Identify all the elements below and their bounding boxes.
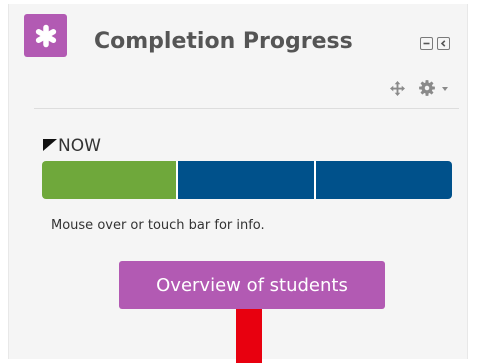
now-label: NOW <box>58 136 101 156</box>
dock-icon <box>440 40 446 47</box>
progress-segment-1[interactable] <box>42 161 176 199</box>
block-icon <box>24 14 67 57</box>
progress-bar[interactable] <box>42 161 452 199</box>
annotation-pointer <box>236 309 262 363</box>
collapse-button[interactable] <box>420 37 433 50</box>
dock-button[interactable] <box>437 37 450 50</box>
progress-segment-3[interactable] <box>314 161 452 199</box>
move-icon[interactable] <box>390 81 405 96</box>
now-marker: NOW <box>43 137 101 155</box>
now-indicator-icon <box>43 139 57 151</box>
header-divider <box>34 108 459 109</box>
block-title: Completion Progress <box>94 29 353 54</box>
progress-segment-2[interactable] <box>175 161 314 199</box>
gear-icon[interactable] <box>418 79 436 97</box>
overview-of-students-button[interactable]: Overview of students <box>119 261 385 309</box>
asterisk-icon <box>35 24 56 47</box>
collapse-icon <box>423 42 430 45</box>
completion-progress-block: Completion Progress NOW Mouse over or to… <box>8 4 468 363</box>
progress-help-text: Mouse over or touch bar for info. <box>51 218 265 233</box>
caret-down-icon[interactable] <box>442 87 448 91</box>
